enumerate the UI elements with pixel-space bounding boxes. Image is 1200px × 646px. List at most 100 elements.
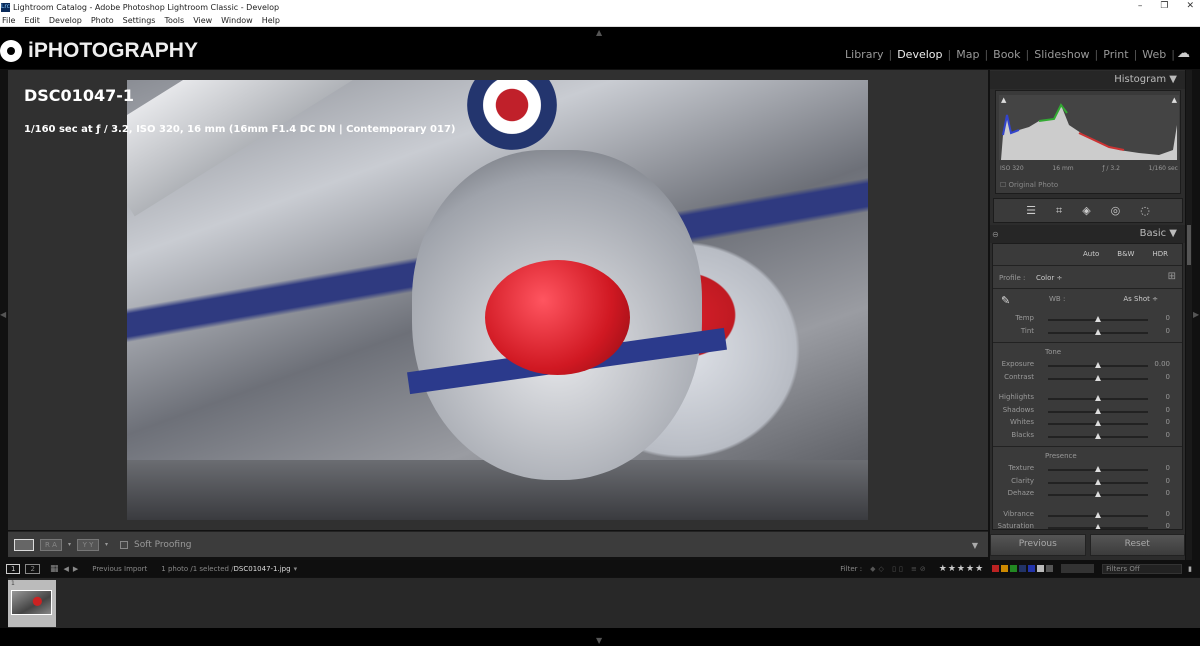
module-library[interactable]: Library (840, 48, 888, 61)
slider-thumb[interactable] (1095, 433, 1101, 439)
slider-value[interactable]: 0 (1166, 464, 1170, 472)
slider-thumb[interactable] (1095, 479, 1101, 485)
crop-icon[interactable]: ⌗ (1056, 204, 1062, 218)
filter-lock-icon[interactable]: ▮ (1188, 565, 1192, 573)
star-rating-filter[interactable]: ★★★★★ (939, 564, 984, 574)
histogram-header[interactable]: Histogram ▼ (990, 71, 1185, 89)
slider-value[interactable]: 0 (1166, 418, 1170, 426)
slider-temp[interactable]: Temp0 (993, 314, 1183, 326)
color-label-swatch[interactable] (1019, 565, 1026, 572)
panel-switch-icon[interactable]: ⊖ (992, 230, 999, 239)
slider-thumb[interactable] (1095, 420, 1101, 426)
slider-thumb[interactable] (1095, 466, 1101, 472)
masking-icon[interactable]: ◌ (1140, 204, 1150, 217)
left-panel-toggle-icon[interactable]: ◀ (0, 310, 6, 319)
loupe-view-button[interactable] (14, 539, 34, 551)
profile-select[interactable]: Color ÷ (1036, 274, 1062, 282)
hdr-button[interactable]: HDR (1152, 250, 1168, 258)
histogram-graph[interactable]: ▲ ▲ (999, 95, 1179, 160)
menu-file[interactable]: File (2, 16, 15, 25)
chevron-down-icon[interactable]: ▾ (68, 541, 71, 548)
slider-value[interactable]: 0 (1166, 522, 1170, 530)
minimize-button[interactable]: – (1138, 1, 1143, 11)
filter-preset-select[interactable]: Filters Off (1102, 564, 1182, 574)
module-print[interactable]: Print (1098, 48, 1133, 61)
flag-filter-icons[interactable]: ◆◇ ▯▯ ≡⊘ (870, 565, 929, 573)
slider-value[interactable]: 0 (1166, 477, 1170, 485)
main-photo[interactable] (127, 80, 868, 520)
menu-view[interactable]: View (193, 16, 212, 25)
slider-thumb[interactable] (1095, 362, 1101, 368)
color-label-swatch[interactable] (1046, 565, 1053, 572)
basic-header[interactable]: Basic ▼ (990, 225, 1185, 243)
edit-sliders-icon[interactable]: ☰ (1026, 204, 1036, 217)
soft-proofing-checkbox[interactable] (120, 541, 128, 549)
slider-thumb[interactable] (1095, 395, 1101, 401)
slider-saturation[interactable]: Saturation0 (993, 522, 1183, 530)
menu-help[interactable]: Help (262, 16, 280, 25)
main-window-button[interactable]: 1 (6, 564, 20, 574)
grid-view-icon[interactable]: ▦ (50, 564, 59, 574)
bottom-panel-toggle-icon[interactable]: ▼ (596, 636, 602, 645)
healing-eraser-icon[interactable]: ◈ (1082, 204, 1090, 217)
slider-vibrance[interactable]: Vibrance0 (993, 510, 1183, 522)
filename[interactable]: DSC01047-1.jpg (234, 565, 291, 573)
filmstrip-thumbnail[interactable]: 1 (8, 580, 56, 627)
slider-value[interactable]: 0 (1166, 489, 1170, 497)
slider-value[interactable]: 0.00 (1154, 360, 1170, 368)
menu-settings[interactable]: Settings (123, 16, 156, 25)
slider-value[interactable]: 0 (1166, 510, 1170, 518)
menu-edit[interactable]: Edit (24, 16, 40, 25)
slider-dehaze[interactable]: Dehaze0 (993, 489, 1183, 501)
slider-value[interactable]: 0 (1166, 327, 1170, 335)
slider-thumb[interactable] (1095, 375, 1101, 381)
slider-thumb[interactable] (1095, 408, 1101, 414)
toolbar-menu-chevron-icon[interactable]: ▼ (972, 541, 978, 550)
cloud-icon[interactable]: ☁ (1177, 46, 1190, 61)
top-panel-toggle-icon[interactable]: ▲ (596, 28, 602, 37)
back-arrow-icon[interactable]: ◀ (63, 565, 68, 573)
slider-value[interactable]: 0 (1166, 406, 1170, 414)
highlight-clipping-icon[interactable]: ▲ (1172, 96, 1177, 104)
secondary-window-button[interactable]: 2 (25, 564, 39, 574)
wb-eyedropper-icon[interactable]: ✎ (1001, 294, 1010, 307)
module-map[interactable]: Map (951, 48, 984, 61)
previous-button[interactable]: Previous (990, 534, 1086, 556)
right-panel-scrollbar[interactable] (1186, 70, 1192, 560)
slider-thumb[interactable] (1095, 512, 1101, 518)
slider-highlights[interactable]: Highlights0 (993, 393, 1183, 405)
profile-browser-icon[interactable]: ⊞ (1168, 271, 1176, 282)
slider-contrast[interactable]: Contrast0 (993, 373, 1183, 385)
menu-photo[interactable]: Photo (91, 16, 114, 25)
slider-blacks[interactable]: Blacks0 (993, 431, 1183, 443)
color-label-swatch[interactable] (1037, 565, 1044, 572)
auto-button[interactable]: Auto (1083, 250, 1099, 258)
color-label-swatch[interactable] (992, 565, 999, 572)
module-book[interactable]: Book (988, 48, 1025, 61)
slider-thumb[interactable] (1095, 329, 1101, 335)
slider-thumb[interactable] (1095, 316, 1101, 322)
slider-value[interactable]: 0 (1166, 314, 1170, 322)
slider-exposure[interactable]: Exposure0.00 (993, 360, 1183, 372)
module-develop[interactable]: Develop (892, 48, 947, 61)
right-panel-toggle-icon[interactable]: ▶ (1193, 310, 1199, 319)
color-label-swatch[interactable] (1010, 565, 1017, 572)
chevron-down-icon[interactable]: ▾ (105, 541, 108, 548)
module-slideshow[interactable]: Slideshow (1029, 48, 1094, 61)
color-label-swatch[interactable] (1001, 565, 1008, 572)
bw-button[interactable]: B&W (1117, 250, 1134, 258)
menu-tools[interactable]: Tools (164, 16, 184, 25)
slider-value[interactable]: 0 (1166, 373, 1170, 381)
slider-value[interactable]: 0 (1166, 393, 1170, 401)
slider-texture[interactable]: Texture0 (993, 464, 1183, 476)
slider-shadows[interactable]: Shadows0 (993, 406, 1183, 418)
slider-value[interactable]: 0 (1166, 431, 1170, 439)
close-button[interactable]: ✕ (1186, 1, 1194, 11)
red-eye-icon[interactable]: ◎ (1111, 204, 1121, 217)
maximize-button[interactable]: ❐ (1160, 1, 1168, 11)
slider-thumb[interactable] (1095, 524, 1101, 530)
swap-before-after-button[interactable]: Y Y (77, 539, 99, 551)
reset-button[interactable]: Reset (1090, 534, 1186, 556)
source-label[interactable]: Previous Import (92, 565, 147, 573)
slider-tint[interactable]: Tint0 (993, 327, 1183, 339)
